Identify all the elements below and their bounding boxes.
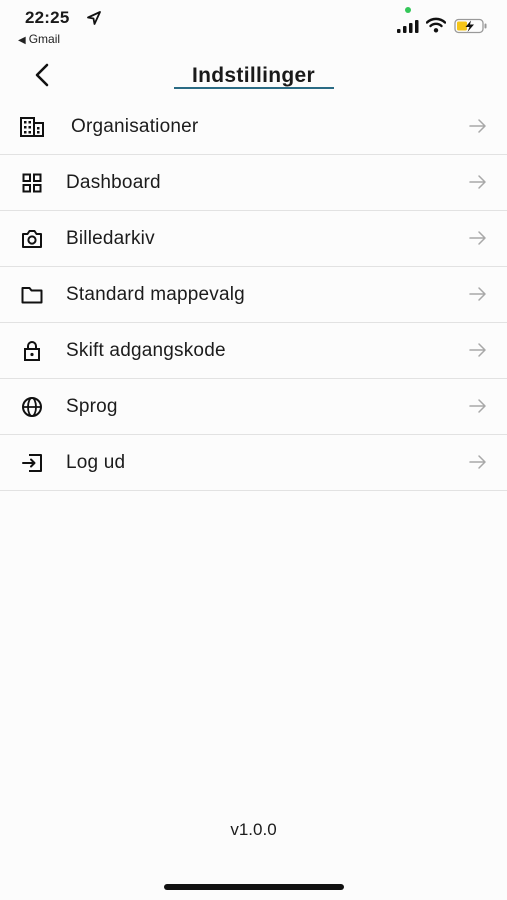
arrow-right-icon: [469, 343, 486, 357]
navigation-bar: Indstillinger: [0, 52, 507, 96]
back-triangle-icon: ◀: [18, 35, 26, 46]
home-indicator[interactable]: [164, 884, 344, 890]
arrow-right-icon: [469, 287, 486, 301]
menu-item-label: Dashboard: [66, 172, 161, 193]
menu-item-label: Organisationer: [71, 116, 199, 137]
privacy-indicator: [405, 7, 411, 13]
logout-icon: [20, 452, 44, 474]
location-arrow-icon: [87, 11, 101, 25]
menu-item-dashboard[interactable]: Dashboard: [0, 155, 507, 211]
menu-item-label: Sprog: [66, 396, 118, 417]
arrow-right-icon: [469, 455, 486, 469]
menu-item-standard-mappevalg[interactable]: Standard mappevalg: [0, 267, 507, 323]
globe-icon: [20, 396, 44, 418]
folder-icon: [20, 284, 44, 306]
arrow-right-icon: [469, 231, 486, 245]
menu-item-label: Skift adgangskode: [66, 340, 226, 361]
grid-icon: [20, 172, 44, 194]
menu-item-skift-adgangskode[interactable]: Skift adgangskode: [0, 323, 507, 379]
back-app-label: Gmail: [28, 32, 61, 46]
building-icon: [20, 116, 44, 138]
wifi-icon: [426, 17, 446, 33]
arrow-right-icon: [469, 399, 486, 413]
menu-item-billedarkiv[interactable]: Billedarkiv: [0, 211, 507, 267]
lock-icon: [20, 340, 44, 362]
settings-list: Organisationer Dashboard Billedarkiv Sta…: [0, 99, 507, 491]
menu-item-log-ud[interactable]: Log ud: [0, 435, 507, 491]
status-bar: 22:25 ◀ Gmail: [0, 0, 507, 52]
menu-item-sprog[interactable]: Sprog: [0, 379, 507, 435]
menu-item-label: Log ud: [66, 452, 126, 473]
title-underline: [174, 87, 334, 89]
status-time: 22:25: [25, 8, 70, 27]
arrow-right-icon: [469, 175, 486, 189]
menu-item-label: Billedarkiv: [66, 228, 155, 249]
menu-item-label: Standard mappevalg: [66, 284, 245, 305]
cellular-signal-icon: [397, 20, 419, 33]
camera-icon: [20, 228, 44, 250]
back-to-app-link[interactable]: ◀ Gmail: [18, 32, 60, 46]
battery-charging-icon: [454, 18, 487, 34]
menu-item-organisationer[interactable]: Organisationer: [0, 99, 507, 155]
page-title: Indstillinger: [192, 64, 315, 87]
app-version: v1.0.0: [230, 820, 277, 839]
arrow-right-icon: [469, 119, 486, 133]
